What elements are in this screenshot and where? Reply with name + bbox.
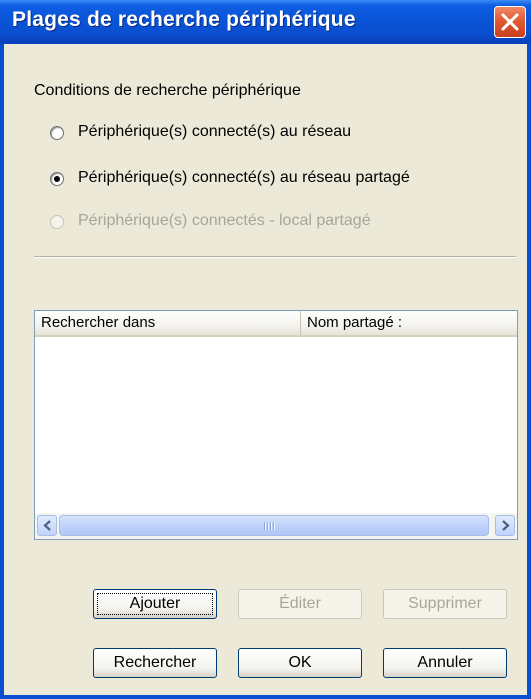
cancel-button[interactable]: Annuler	[383, 648, 507, 678]
title-bar[interactable]: Plages de recherche périphérique	[0, 0, 531, 44]
scroll-right-button[interactable]	[495, 515, 515, 536]
radio-label: Périphérique(s) connecté(s) au réseau pa…	[78, 169, 410, 186]
radio-button[interactable]	[50, 126, 64, 140]
ok-button-label: OK	[288, 654, 312, 671]
search-button-label: Rechercher	[113, 654, 197, 671]
delete-button-label: Supprimer	[408, 595, 482, 612]
edit-button-label: Éditer	[279, 595, 321, 612]
add-button-label: Ajouter	[129, 595, 181, 612]
dialog-window: Plages de recherche périphérique Conditi…	[0, 0, 531, 699]
grip-icon	[264, 522, 276, 531]
edit-button: Éditer	[238, 589, 362, 619]
column-header-shared-name[interactable]: Nom partagé :	[301, 311, 517, 335]
radio-button-disabled	[50, 215, 64, 229]
ok-button[interactable]: OK	[238, 648, 362, 678]
column-header-label: Nom partagé :	[307, 314, 403, 331]
add-button[interactable]: Ajouter	[93, 589, 217, 619]
arrow-right-icon	[502, 520, 510, 531]
radio-label: Périphérique(s) connectés - local partag…	[78, 212, 371, 229]
list-header: Rechercher dans Nom partagé :	[35, 311, 517, 337]
horizontal-scrollbar[interactable]	[35, 513, 517, 539]
conditions-group-label: Conditions de recherche périphérique	[34, 82, 301, 99]
separator	[34, 256, 516, 258]
scrollbar-thumb[interactable]	[59, 515, 489, 536]
column-header-search-in[interactable]: Rechercher dans	[35, 311, 301, 335]
delete-button: Supprimer	[383, 589, 507, 619]
radio-label: Périphérique(s) connecté(s) au réseau	[78, 123, 352, 140]
arrow-left-icon	[43, 520, 51, 531]
list-body[interactable]	[35, 337, 517, 515]
window-title: Plages de recherche périphérique	[12, 8, 356, 31]
close-icon	[501, 13, 519, 31]
dialog-body: Conditions de recherche périphérique Pér…	[4, 44, 527, 695]
cancel-button-label: Annuler	[417, 654, 473, 671]
radio-button-selected[interactable]	[50, 172, 64, 186]
close-button[interactable]	[494, 6, 526, 38]
search-button[interactable]: Rechercher	[93, 648, 217, 678]
scroll-left-button[interactable]	[37, 515, 57, 536]
search-range-list[interactable]: Rechercher dans Nom partagé :	[34, 310, 518, 540]
column-header-label: Rechercher dans	[41, 314, 156, 331]
